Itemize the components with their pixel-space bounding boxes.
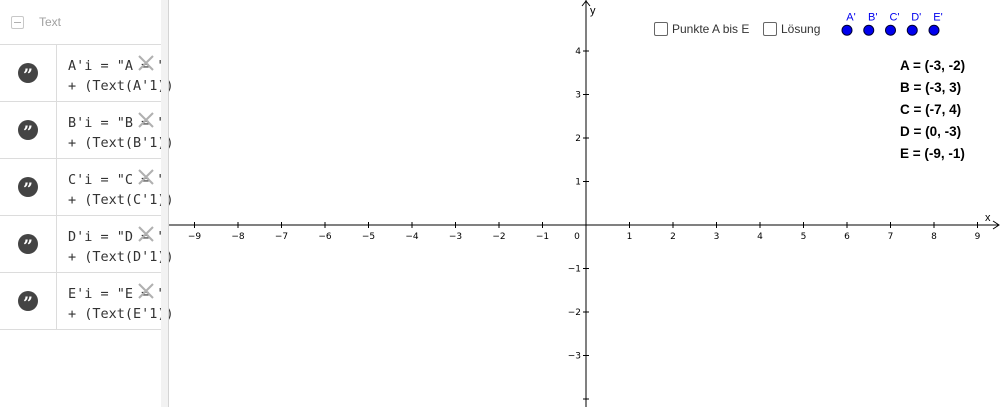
graphics-canvas[interactable]: x y −9 −8 −7 −6 −5 −4 −3 −2 −1 0 1 2 3 4 5 6 7 8 9 4 3 2 1 −1 −2 −3…: [169, 0, 1003, 407]
x-tick-label: −9: [188, 232, 202, 242]
x-tick-label: 7: [888, 232, 894, 242]
algebra-row[interactable]: ” D'i = "D = " + (Text(D'1)): [0, 216, 174, 273]
x-tick-label: −3: [449, 232, 462, 242]
x-tick-label: 2: [670, 232, 676, 242]
graphics-view[interactable]: x y −9 −8 −7 −6 −5 −4 −3 −2 −1 0 1 2 3 4 5 6 7 8 9 4 3 2 1 −1 −2 −3…: [169, 0, 1003, 407]
algebra-row[interactable]: ” B'i = "B = " + (Text(B'1)): [0, 102, 174, 159]
coord-text-c[interactable]: C = (-7, 4): [900, 102, 961, 117]
x-tick-label: −6: [318, 232, 332, 242]
x-tick-label: −1: [536, 232, 549, 242]
coord-text-e[interactable]: E = (-9, -1): [900, 146, 965, 161]
visibility-toggle[interactable]: ”: [0, 273, 57, 329]
algebra-view: Text ” A'i = "A = " + (Text(A'1)) ” B'i = "B…: [0, 0, 174, 407]
x-tick-label: 1: [627, 232, 633, 242]
coord-text-a[interactable]: A = (-3, -2): [900, 58, 965, 73]
group-label: Text: [39, 15, 62, 29]
x-tick-label: −5: [362, 232, 375, 242]
point-label: E': [933, 11, 942, 23]
group-header[interactable]: Text: [0, 0, 161, 45]
definition-text[interactable]: C'i = "C = " + (Text(C'1)): [68, 170, 174, 210]
y-tick-label: 1: [575, 178, 581, 188]
delete-icon[interactable]: [137, 168, 155, 186]
x-axis-label: x: [985, 212, 991, 224]
point-3[interactable]: [906, 24, 918, 36]
x-tick-label: −2: [492, 232, 505, 242]
x-tick-label: 0: [574, 232, 580, 242]
definition-line-2: + (Text(B'1)): [68, 135, 174, 151]
definition-text[interactable]: B'i = "B = " + (Text(B'1)): [68, 113, 174, 153]
x-tick-label: 6: [844, 232, 850, 242]
point-0[interactable]: [841, 24, 853, 36]
checkbox-box[interactable]: [763, 22, 777, 36]
point-label: C': [889, 11, 899, 23]
visibility-toggle[interactable]: ”: [0, 102, 57, 158]
point-1[interactable]: [863, 24, 875, 36]
x-tick-label: 5: [801, 232, 807, 242]
point-4[interactable]: [928, 24, 940, 36]
algebra-row[interactable]: ” E'i = "E = " + (Text(E'1)): [0, 273, 174, 330]
x-tick-label: 4: [757, 232, 763, 242]
definition-text[interactable]: A'i = "A = " + (Text(A'1)): [68, 56, 174, 96]
definition-line-2: + (Text(A'1)): [68, 78, 174, 94]
x-tick-label: −4: [405, 232, 419, 242]
visibility-toggle[interactable]: ”: [0, 159, 57, 215]
point-label: B': [868, 11, 877, 23]
y-tick-label: −3: [568, 352, 581, 362]
point-label: A': [846, 11, 855, 23]
definition-line-1: C'i = "C = ": [68, 172, 166, 188]
coord-text-d[interactable]: D = (0, -3): [900, 124, 961, 139]
y-tick-label: 4: [575, 47, 581, 57]
checkbox-box[interactable]: [654, 22, 668, 36]
text-quote-icon[interactable]: ”: [18, 234, 38, 254]
checkbox-label-punkte: Punkte A bis E: [672, 22, 750, 36]
definition-line-1: B'i = "B = ": [68, 115, 166, 131]
point-2[interactable]: [885, 24, 896, 36]
x-tick-label: 8: [931, 232, 937, 242]
checkbox-loesung[interactable]: Lösung: [763, 22, 820, 36]
text-quote-icon[interactable]: ”: [18, 63, 38, 83]
visibility-toggle[interactable]: ”: [0, 216, 57, 272]
definition-line-2: + (Text(C'1)): [68, 192, 174, 208]
y-tick-label: 3: [575, 91, 581, 101]
x-tick-label: −8: [231, 232, 245, 242]
delete-icon[interactable]: [137, 282, 155, 300]
y-tick-label: −1: [568, 265, 581, 275]
definition-text[interactable]: D'i = "D = " + (Text(D'1)): [68, 227, 174, 267]
algebra-row[interactable]: ” A'i = "A = " + (Text(A'1)): [0, 45, 174, 102]
y-tick-label: −2: [568, 308, 581, 318]
checkbox-punkte[interactable]: Punkte A bis E: [654, 22, 749, 36]
y-axis-label: y: [590, 5, 596, 17]
x-tick-label: 3: [714, 232, 720, 242]
definition-line-1: E'i = "E = ": [68, 286, 166, 302]
delete-icon[interactable]: [137, 111, 155, 129]
checkbox-label-loesung: Lösung: [781, 22, 821, 36]
delete-icon[interactable]: [137, 225, 155, 243]
collapse-icon[interactable]: [11, 16, 24, 29]
text-quote-icon[interactable]: ”: [18, 177, 38, 197]
definition-line-1: A'i = "A = ": [68, 58, 166, 74]
algebra-row[interactable]: ” C'i = "C = " + (Text(C'1)): [0, 159, 174, 216]
definition-line-1: D'i = "D = ": [68, 229, 166, 245]
y-tick-label: 2: [575, 134, 581, 144]
definition-text[interactable]: E'i = "E = " + (Text(E'1)): [68, 284, 174, 324]
point-label: D': [911, 11, 921, 23]
coord-text-b[interactable]: B = (-3, 3): [900, 80, 961, 95]
definition-line-2: + (Text(D'1)): [68, 249, 174, 265]
delete-icon[interactable]: [137, 54, 155, 72]
text-quote-icon[interactable]: ”: [18, 120, 38, 140]
view-divider[interactable]: [161, 0, 169, 407]
text-quote-icon[interactable]: ”: [18, 291, 38, 311]
definition-line-2: + (Text(E'1)): [68, 306, 174, 322]
x-tick-label: 9: [975, 232, 981, 242]
x-tick-label: −7: [275, 232, 288, 242]
visibility-toggle[interactable]: ”: [0, 45, 57, 101]
